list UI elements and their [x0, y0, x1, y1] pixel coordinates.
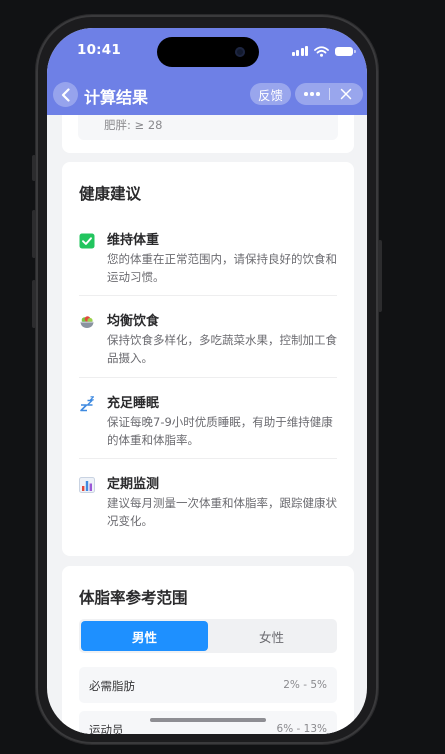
health-advice-title: 健康建议: [79, 185, 142, 203]
more-icon: [304, 92, 320, 96]
check-box-icon: [79, 233, 95, 249]
status-time: 10:41: [77, 42, 121, 58]
feedback-button[interactable]: 反馈: [250, 83, 291, 105]
phone-screen: 肥胖: ≥ 28 健康建议 维持体重 您的体重在正常范围内，请保持良好的饮食和运…: [47, 28, 367, 734]
tip-description: 保证每晚7-9小时优质睡眠，有助于维持健康的体重和体脂率。: [107, 415, 333, 447]
volume-up-button: [32, 210, 36, 258]
action-button: [32, 155, 36, 181]
volume-down-button: [32, 280, 36, 328]
status-icons: [291, 45, 356, 57]
bar-chart-icon: [79, 477, 95, 493]
tip-title: 维持体重: [107, 233, 160, 248]
body-fat-range-title: 体脂率参考范围: [79, 589, 188, 607]
tab-female[interactable]: 女性: [208, 621, 335, 651]
classification-text: 肥胖: ≥ 28: [104, 118, 163, 132]
tip-title: 充足睡眠: [107, 396, 160, 411]
battery-icon: [335, 46, 356, 56]
top-navigation-bar: 10:41 计算结果 反馈: [47, 28, 367, 115]
signal-icon: [291, 46, 308, 56]
tip-description: 建议每月测量一次体重和体脂率，跟踪健康状况变化。: [107, 496, 337, 528]
power-button: [378, 240, 382, 312]
body-fat-range-card: 体脂率参考范围 男性 女性 必需脂肪 2% - 5% 运动员 6% - 13%: [62, 566, 354, 734]
divider: [79, 377, 337, 378]
tab-male[interactable]: 男性: [81, 621, 208, 651]
close-icon: [341, 88, 352, 100]
tip-title: 均衡饮食: [107, 314, 160, 329]
wifi-icon: [314, 45, 329, 57]
health-advice-card: 健康建议 维持体重 您的体重在正常范围内，请保持良好的饮食和运动习惯。 均衡饮食…: [62, 162, 354, 556]
more-button[interactable]: [295, 83, 329, 105]
navbar: 计算结果 反馈: [47, 80, 367, 110]
tip-description: 您的体重在正常范围内，请保持良好的饮食和运动习惯。: [107, 252, 337, 284]
tip-title: 定期监测: [107, 477, 160, 492]
salad-bowl-icon: [80, 316, 94, 328]
home-indicator[interactable]: [150, 718, 266, 722]
range-row: 必需脂肪 2% - 5%: [79, 667, 337, 703]
dynamic-island: [157, 37, 259, 67]
range-name: 运动员: [89, 723, 124, 734]
miniprogram-capsule: [295, 83, 363, 105]
tip-description: 保持饮食多样化，多吃蔬菜水果，控制加工食品摄入。: [107, 333, 337, 365]
page-title: 计算结果: [84, 88, 149, 107]
gender-switch: 男性 女性: [79, 619, 337, 653]
scroll-content[interactable]: 肥胖: ≥ 28 健康建议 维持体重 您的体重在正常范围内，请保持良好的饮食和运…: [47, 28, 367, 734]
range-row: 运动员 6% - 13%: [79, 711, 337, 734]
camera-icon: [235, 47, 245, 57]
sleep-zzz-icon: [80, 396, 95, 412]
divider: [79, 295, 337, 296]
range-value: 6% - 13%: [276, 723, 327, 734]
close-button[interactable]: [330, 83, 364, 105]
range-value: 2% - 5%: [283, 679, 327, 691]
chevron-left-icon: [61, 87, 70, 102]
divider: [79, 458, 337, 459]
range-name: 必需脂肪: [89, 679, 135, 693]
back-button[interactable]: [53, 82, 78, 107]
